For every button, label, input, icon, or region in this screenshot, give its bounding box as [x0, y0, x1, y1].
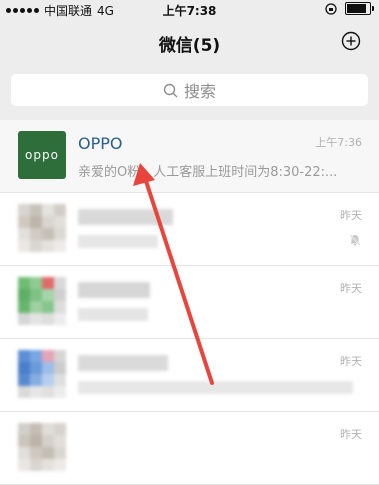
- search-placeholder: 搜索: [183, 82, 216, 101]
- chat-preview: 亲爱的O粉，人工客服上班时间为8:30-22:...: [78, 165, 338, 180]
- status-time: 上午7:38: [162, 4, 217, 18]
- chat-preview: [78, 308, 148, 321]
- chat-name: [78, 355, 168, 371]
- search-icon: [163, 83, 178, 97]
- orientation-lock-icon: [325, 2, 337, 15]
- chat-row-oppo[interactable]: oppo OPPO 上午7:36 亲爱的O粉，人工客服上班时间为8:30-22:…: [0, 120, 379, 193]
- avatar: [18, 350, 66, 398]
- avatar: [18, 277, 66, 325]
- chat-time: 昨天: [340, 282, 362, 295]
- chat-time: 昨天: [340, 428, 362, 441]
- status-right: [325, 2, 374, 15]
- chat-name: OPPO: [78, 134, 123, 153]
- nav-bar: 微信(5): [0, 20, 379, 64]
- battery-icon: [345, 2, 374, 15]
- mute-bell-icon: [349, 234, 361, 246]
- chat-row[interactable]: 昨天: [0, 412, 379, 485]
- page-title: 微信(5): [158, 36, 221, 56]
- avatar: [18, 423, 66, 471]
- search-input[interactable]: 搜索: [11, 74, 368, 106]
- chat-time: 上午7:36: [315, 136, 362, 149]
- avatar: [18, 204, 66, 252]
- chat-name: [78, 282, 150, 298]
- chat-preview: [78, 235, 158, 248]
- plus-circle-icon[interactable]: [341, 31, 361, 51]
- battery-fill: [347, 4, 366, 13]
- chat-preview: [78, 381, 353, 394]
- chat-name: [78, 209, 173, 225]
- chat-time: 昨天: [340, 355, 362, 368]
- chat-row[interactable]: 昨天: [0, 193, 379, 266]
- chat-row[interactable]: 昨天: [0, 339, 379, 412]
- chat-row[interactable]: 昨天: [0, 266, 379, 339]
- chat-list: oppo OPPO 上午7:36 亲爱的O粉，人工客服上班时间为8:30-22:…: [0, 120, 379, 485]
- chat-time: 昨天: [340, 209, 362, 222]
- status-bar: 中国联通 4G 上午7:38: [0, 0, 379, 20]
- avatar: oppo: [18, 131, 66, 179]
